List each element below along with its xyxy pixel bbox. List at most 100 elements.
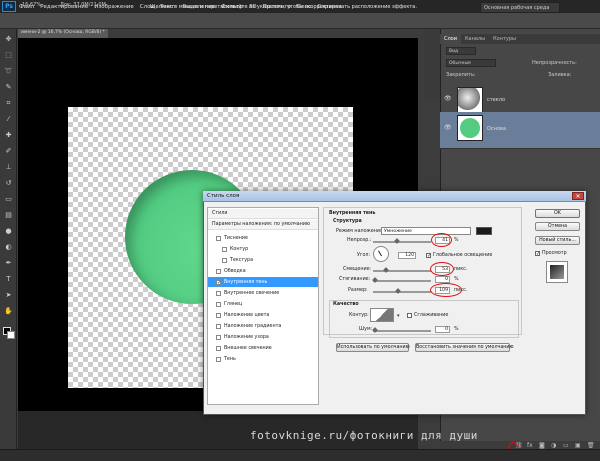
quick-select-tool-icon[interactable]: ✎: [3, 83, 14, 92]
style-item[interactable]: Наложение цвета: [208, 310, 318, 320]
choke-slider[interactable]: [373, 280, 431, 282]
opacity-slider[interactable]: [373, 241, 431, 243]
dialog-titlebar[interactable]: [203, 191, 586, 202]
choke-input[interactable]: 0: [435, 276, 450, 283]
antialias-checkbox[interactable]: [407, 313, 412, 318]
cancel-button[interactable]: Отмена: [535, 222, 580, 231]
noise-input[interactable]: 0: [435, 326, 450, 333]
document-tab[interactable]: имени-2 @ 16,7% (Основа, RGB/8) *: [18, 29, 108, 38]
layer-thumbnail-glass: [457, 87, 483, 113]
style-item[interactable]: ✓ Внутренняя тень: [208, 277, 318, 287]
layer-name-base: Основа: [487, 126, 507, 132]
eye-icon[interactable]: 👁: [444, 124, 452, 131]
angle-input[interactable]: 120: [398, 252, 416, 259]
style-checkbox[interactable]: ✓: [216, 279, 221, 285]
reset-default-button[interactable]: Восстановить значения по умолчанию: [415, 343, 514, 352]
style-item[interactable]: Наложение узора: [208, 332, 318, 342]
noise-slider[interactable]: [373, 330, 431, 332]
tab-paths[interactable]: Контуры: [489, 34, 520, 44]
brush-tool-icon[interactable]: ✐: [3, 147, 14, 156]
style-item[interactable]: Наложение градиента: [208, 321, 318, 331]
style-item[interactable]: Внутреннее свечение: [208, 288, 318, 298]
healing-tool-icon[interactable]: ✚: [3, 131, 14, 140]
move-tool-icon[interactable]: ✥: [3, 35, 14, 44]
close-icon[interactable]: ✕: [572, 192, 584, 200]
zoom-level[interactable]: 16,67%: [22, 2, 41, 8]
delete-layer-icon[interactable]: 🗑: [587, 442, 595, 449]
new-group-icon[interactable]: ▭: [563, 442, 569, 449]
style-checkbox[interactable]: [222, 257, 227, 263]
blur-tool-icon[interactable]: ●: [3, 227, 14, 236]
contour-preview[interactable]: [370, 308, 394, 322]
layer-blend-mode[interactable]: Обычные: [446, 59, 496, 67]
pen-tool-icon[interactable]: ✒: [3, 259, 14, 268]
background-color-swatch[interactable]: [7, 331, 15, 339]
styles-header[interactable]: Стили: [208, 209, 318, 219]
layer-lock-label: Закрепить:: [446, 72, 476, 78]
chevron-down-icon[interactable]: ▾: [397, 313, 400, 319]
blending-options-item[interactable]: Параметры наложения: по умолчанию: [208, 220, 318, 230]
preview-label: Просмотр: [542, 251, 567, 256]
ok-button[interactable]: OK: [535, 209, 580, 218]
style-item[interactable]: Тень: [208, 354, 318, 364]
workspace-select[interactable]: Основная рабочая среда: [480, 2, 560, 13]
style-item[interactable]: Глянец: [208, 299, 318, 309]
style-item[interactable]: Внешнее свечение: [208, 343, 318, 353]
style-checkbox[interactable]: [216, 312, 221, 318]
dodge-tool-icon[interactable]: ◐: [3, 243, 14, 252]
blend-mode-select[interactable]: Умножение: [381, 227, 471, 235]
distance-slider[interactable]: [373, 270, 431, 272]
add-mask-icon[interactable]: ◙: [539, 442, 545, 449]
style-item[interactable]: Тиснение: [208, 233, 318, 243]
angle-dial[interactable]: [373, 246, 389, 262]
tab-channels[interactable]: Каналы: [461, 34, 489, 44]
style-item[interactable]: Текстура: [208, 255, 318, 265]
global-light-checkbox[interactable]: ✓: [426, 253, 431, 259]
style-item-label: Внутреннее свечение: [224, 290, 280, 296]
style-item-label: Наложение цвета: [224, 312, 270, 318]
adjustment-layer-icon[interactable]: ◑: [551, 442, 556, 449]
document-info: Док: 37,0M/21,0M: [60, 2, 106, 8]
style-item[interactable]: Обводка: [208, 266, 318, 276]
marquee-tool-icon[interactable]: ⬚: [3, 51, 14, 60]
type-tool-icon[interactable]: T: [3, 275, 14, 284]
crop-tool-icon[interactable]: ⌗: [3, 99, 14, 108]
style-checkbox[interactable]: [216, 356, 221, 362]
tools-panel: ✥ ⬚ ➰ ✎ ⌗ ⁄ ✚ ✐ ⊥ ↺ ▭ ▤ ● ◐ ✒ T ➤ ✋: [0, 29, 17, 449]
style-checkbox[interactable]: [216, 301, 221, 307]
gradient-tool-icon[interactable]: ▤: [3, 211, 14, 220]
layer-kind-filter[interactable]: Вид: [446, 47, 476, 55]
style-item-label: Контур: [230, 246, 249, 252]
shadow-color-swatch[interactable]: [476, 227, 492, 235]
style-checkbox[interactable]: [216, 235, 221, 241]
opacity-label: Непрозр.:: [347, 238, 372, 243]
style-checkbox[interactable]: [216, 345, 221, 351]
lasso-tool-icon[interactable]: ➰: [3, 67, 14, 76]
size-slider[interactable]: [373, 291, 431, 293]
style-item-label: Тиснение: [224, 235, 248, 241]
add-style-icon[interactable]: fx: [527, 442, 533, 449]
noise-unit: %: [454, 327, 459, 332]
style-checkbox[interactable]: [222, 246, 227, 252]
hand-tool-icon[interactable]: ✋: [3, 307, 14, 316]
eraser-tool-icon[interactable]: ▭: [3, 195, 14, 204]
tab-layers[interactable]: Слои: [440, 34, 461, 44]
style-item[interactable]: Контур: [208, 244, 318, 254]
stamp-tool-icon[interactable]: ⊥: [3, 163, 14, 172]
style-item-label: Наложение градиента: [224, 323, 282, 329]
eye-icon[interactable]: 👁: [444, 95, 452, 102]
eyedropper-tool-icon[interactable]: ⁄: [3, 115, 14, 124]
style-checkbox[interactable]: [216, 323, 221, 329]
path-select-tool-icon[interactable]: ➤: [3, 291, 14, 300]
style-checkbox[interactable]: [216, 290, 221, 296]
preview-checkbox[interactable]: ✓: [535, 251, 540, 257]
history-brush-tool-icon[interactable]: ↺: [3, 179, 14, 188]
collapsed-panel-strip: [425, 29, 439, 99]
style-checkbox[interactable]: [216, 268, 221, 274]
style-checkbox[interactable]: [216, 334, 221, 340]
make-default-button[interactable]: Использовать по умолчанию: [336, 343, 410, 352]
new-style-button[interactable]: Новый стиль...: [535, 236, 580, 245]
new-layer-icon[interactable]: ▣: [575, 442, 581, 449]
style-item-label: Наложение узора: [224, 334, 269, 340]
distance-unit: пикс.: [454, 267, 468, 272]
